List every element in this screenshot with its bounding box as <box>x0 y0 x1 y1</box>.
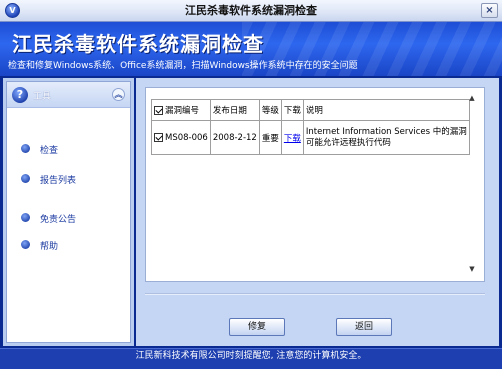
vulnerability-list: 漏洞编号 发布日期 等级 下载 说明 MS08-006 2008-2-12 重要… <box>145 87 485 282</box>
sidebar-header-label: 工具 <box>33 92 52 102</box>
window-title: 江民杀毒软件系统漏洞检查 <box>185 4 317 17</box>
sidebar: ? 工具 ︽ 检查 报告列表 免责公告 帮助 <box>6 81 131 343</box>
cell-id: MS08-006 <box>151 120 211 155</box>
table-header-row: 漏洞编号 发布日期 等级 下载 说明 <box>151 99 470 121</box>
banner-subtitle: 检查和修复Windows系统、Office系统漏洞，扫描Windows操作系统中… <box>8 61 358 71</box>
bullet-icon <box>21 144 30 153</box>
help-circle-icon: ? <box>12 87 28 103</box>
app-window: V 江民杀毒软件系统漏洞检查 × 江民杀毒软件系统漏洞检查 检查和修复Windo… <box>0 0 502 369</box>
column-header-id: 漏洞编号 <box>151 99 211 121</box>
sidebar-item-label: 报告列表 <box>40 176 77 186</box>
sidebar-item-label: 检查 <box>40 146 59 156</box>
divider <box>145 293 485 295</box>
vulnerability-table: 漏洞编号 发布日期 等级 下载 说明 MS08-006 2008-2-12 重要… <box>151 99 470 155</box>
column-header-download: 下载 <box>280 99 304 121</box>
back-button[interactable]: 返回 <box>336 318 392 336</box>
sidebar-item-label: 免责公告 <box>40 215 77 225</box>
status-bar: 江民新科技术有限公司时刻提醒您, 注意您的计算机安全。 <box>0 348 502 369</box>
banner-title: 江民杀毒软件系统漏洞检查 <box>12 32 264 56</box>
column-label: 漏洞编号 <box>165 106 200 116</box>
row-checkbox[interactable] <box>154 132 163 142</box>
collapse-up-icon[interactable]: ︽ <box>112 88 125 101</box>
main-panel: 漏洞编号 发布日期 等级 下载 说明 MS08-006 2008-2-12 重要… <box>136 78 499 346</box>
select-all-checkbox[interactable] <box>154 106 163 115</box>
column-header-date: 发布日期 <box>209 99 260 121</box>
header-banner: 江民杀毒软件系统漏洞检查 检查和修复Windows系统、Office系统漏洞，扫… <box>0 22 502 76</box>
column-header-description: 说明 <box>302 99 470 121</box>
bullet-icon <box>21 174 30 183</box>
close-button[interactable]: × <box>481 3 498 18</box>
scroll-up-icon[interactable]: ▲ <box>468 94 476 102</box>
cell-level: 重要 <box>258 120 282 155</box>
repair-button[interactable]: 修复 <box>229 318 285 336</box>
vulnerability-id: MS08-006 <box>165 132 208 143</box>
cell-download: 下载 <box>280 120 304 155</box>
sidebar-frame: ? 工具 ︽ 检查 报告列表 免责公告 帮助 <box>3 78 134 346</box>
scroll-down-icon[interactable]: ▼ <box>468 265 476 273</box>
cell-description: Internet Information Services 中的漏洞可能允许远程… <box>302 120 470 155</box>
sidebar-header: ? 工具 ︽ <box>7 82 130 108</box>
sidebar-item-label: 帮助 <box>40 242 59 252</box>
title-bar[interactable]: V 江民杀毒软件系统漏洞检查 × <box>0 0 502 22</box>
download-link[interactable]: 下载 <box>284 134 301 144</box>
table-row[interactable]: MS08-006 2008-2-12 重要 下载 Internet Inform… <box>151 120 470 155</box>
column-header-level: 等级 <box>258 99 282 121</box>
status-text: 江民新科技术有限公司时刻提醒您, 注意您的计算机安全。 <box>135 351 367 361</box>
bullet-icon <box>21 213 30 222</box>
bullet-icon <box>21 240 30 249</box>
cell-date: 2008-2-12 <box>209 120 260 155</box>
